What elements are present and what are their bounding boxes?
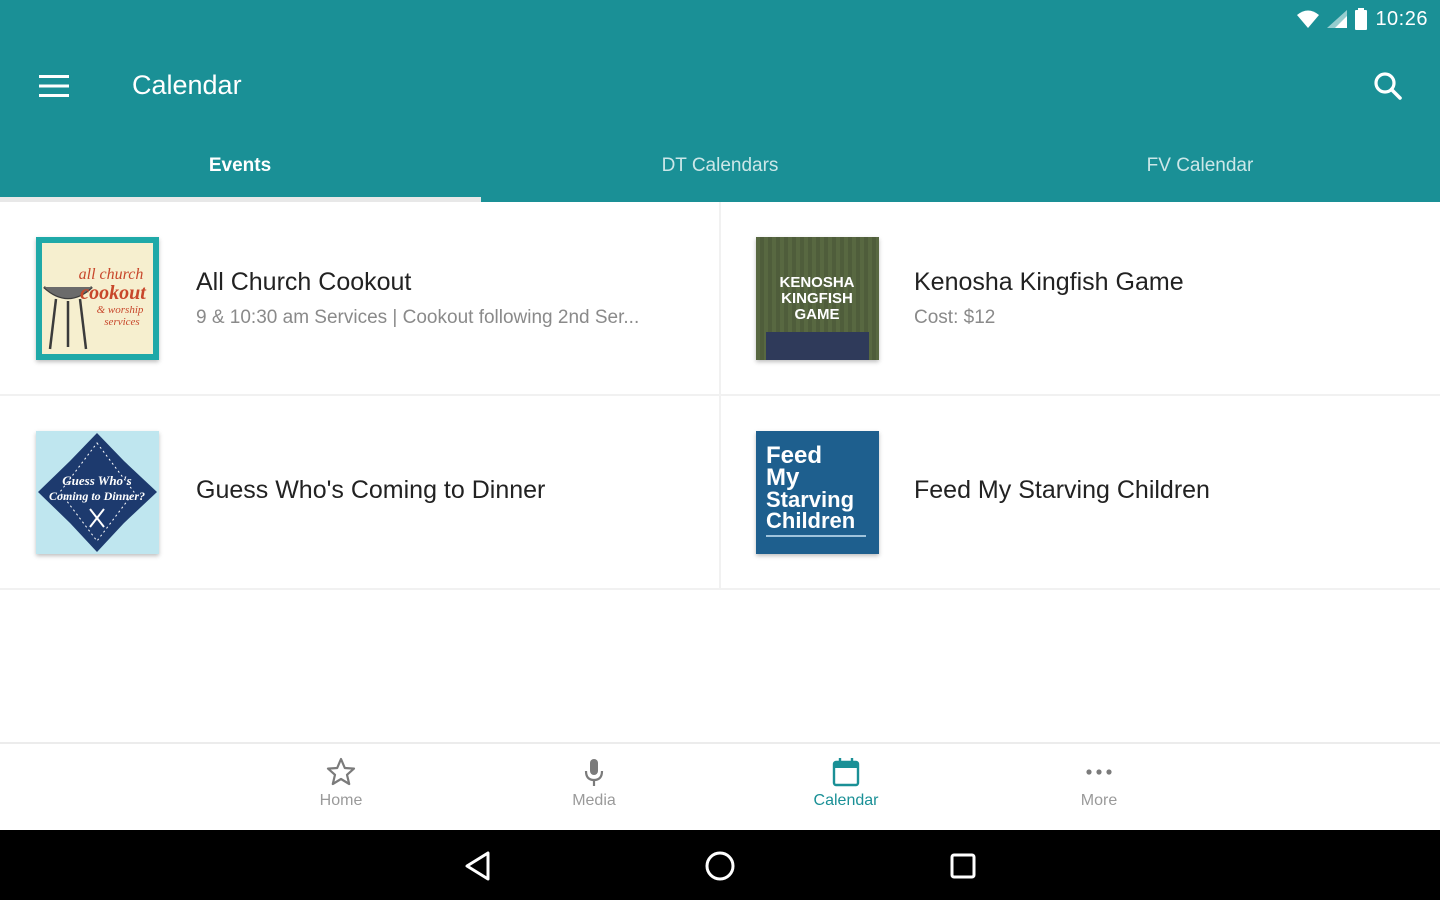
nav-label: Home [319,792,363,809]
tab-fv-calendar[interactable]: FV Calendar [960,130,1440,202]
page-title: Calendar [132,70,242,100]
more-dots-icon [1086,769,1112,775]
nav-more[interactable]: More [1039,756,1159,810]
thumb-text: KINGFISH [781,290,853,307]
recents-button[interactable] [945,848,981,884]
thumb-text: services [104,316,139,328]
nav-label: Calendar [813,792,879,809]
thumb-text: Children [766,508,855,533]
event-subtitle: Cost: $12 [914,307,996,328]
wifi-icon [1297,10,1320,28]
tab-bar: Events DT Calendars FV Calendar [0,130,1440,202]
cell-signal-icon [1327,10,1348,28]
menu-button[interactable] [30,68,78,104]
home-button[interactable] [702,848,738,884]
thumb-text: Guess Who's [62,473,131,488]
bottom-navigation: Home Media Calendar More [0,742,1440,830]
hamburger-menu-icon [39,75,69,97]
event-thumbnail-dinner: Guess Who's Coming to Dinner? [36,431,159,554]
event-thumbnail-kingfish: KENOSHA KINGFISH GAME [756,237,879,360]
event-title: Kenosha Kingfish Game [914,268,1184,296]
status-time: 10:26 [1375,7,1428,30]
event-title: Guess Who's Coming to Dinner [196,476,546,504]
status-bar: 10:26 [0,0,1440,40]
nav-home[interactable]: Home [281,756,401,810]
event-card-feed-my-starving-children[interactable]: Feed My Starving Children Feed My Starvi… [721,396,1440,588]
tab-dt-calendars[interactable]: DT Calendars [480,130,960,202]
recents-square-icon [950,853,976,879]
event-card-guess-whos-coming[interactable]: Guess Who's Coming to Dinner? Guess Who'… [0,396,721,588]
thumb-text: all church [79,266,144,283]
thumb-text: Coming to Dinner? [49,489,145,503]
events-row: all church cookout & worship services Al… [0,202,1440,396]
back-triangle-icon [465,851,490,881]
app-bar: Calendar [0,40,1440,130]
event-card-all-church-cookout[interactable]: all church cookout & worship services Al… [0,202,721,394]
nav-label: More [1080,792,1118,809]
battery-icon [1355,8,1368,30]
event-thumbnail-cookout: all church cookout & worship services [36,237,159,360]
thumb-text: cookout [80,282,147,304]
star-icon [326,757,356,786]
status-icons: 10:26 [1297,6,1428,32]
system-navigation-bar [0,830,1440,900]
back-button[interactable] [460,848,496,884]
nav-calendar[interactable]: Calendar [786,756,906,810]
event-thumbnail-fmsc: Feed My Starving Children [756,431,879,554]
nav-media[interactable]: Media [534,756,654,810]
thumb-text: KENOSHA [779,274,854,291]
calendar-icon [832,758,860,787]
events-list: all church cookout & worship services Al… [0,202,1440,590]
search-button[interactable] [1366,64,1410,108]
event-title: All Church Cookout [196,268,412,296]
nav-label: Media [572,792,616,809]
events-row: Guess Who's Coming to Dinner? Guess Who'… [0,396,1440,590]
thumb-text: & worship [97,304,144,316]
microphone-icon [584,759,604,786]
event-title: Feed My Starving Children [914,476,1210,504]
event-subtitle: 9 & 10:30 am Services | Cookout followin… [196,307,640,328]
tab-events[interactable]: Events [0,130,480,202]
home-circle-icon [705,851,735,881]
event-card-kenosha-kingfish[interactable]: KENOSHA KINGFISH GAME Kenosha Kingfish G… [721,202,1440,394]
thumb-text: GAME [795,306,840,323]
search-icon [1374,72,1402,100]
